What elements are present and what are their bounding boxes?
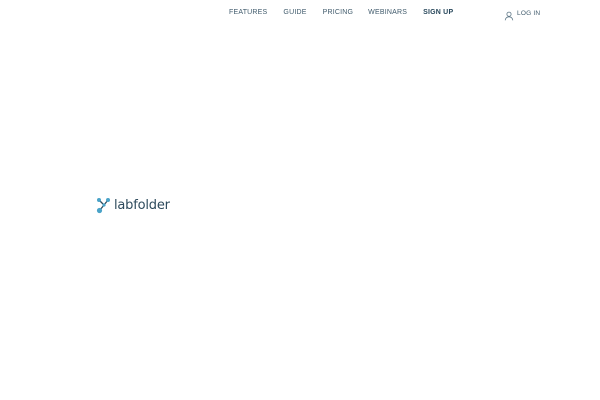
nav-links: FEATURES GUIDE PRICING WEBINARS SIGN UP (229, 9, 453, 16)
nav-item-webinars[interactable]: WEBINARS (368, 9, 407, 16)
login-link[interactable]: LOG IN (504, 8, 541, 21)
nav-item-pricing[interactable]: PRICING (323, 9, 354, 16)
nav-item-features[interactable]: FEATURES (229, 9, 267, 16)
user-icon (504, 8, 514, 21)
logo-wordmark: labfolder (114, 197, 170, 213)
login-label: LOG IN (517, 9, 541, 17)
nav-item-guide[interactable]: GUIDE (283, 9, 306, 16)
top-navigation: FEATURES GUIDE PRICING WEBINARS SIGN UP … (0, 0, 600, 28)
page: FEATURES GUIDE PRICING WEBINARS SIGN UP … (0, 0, 600, 400)
sign-up-link[interactable]: SIGN UP (423, 9, 453, 16)
labfolder-logo-icon (95, 196, 111, 214)
labfolder-logo[interactable]: labfolder (95, 196, 170, 214)
